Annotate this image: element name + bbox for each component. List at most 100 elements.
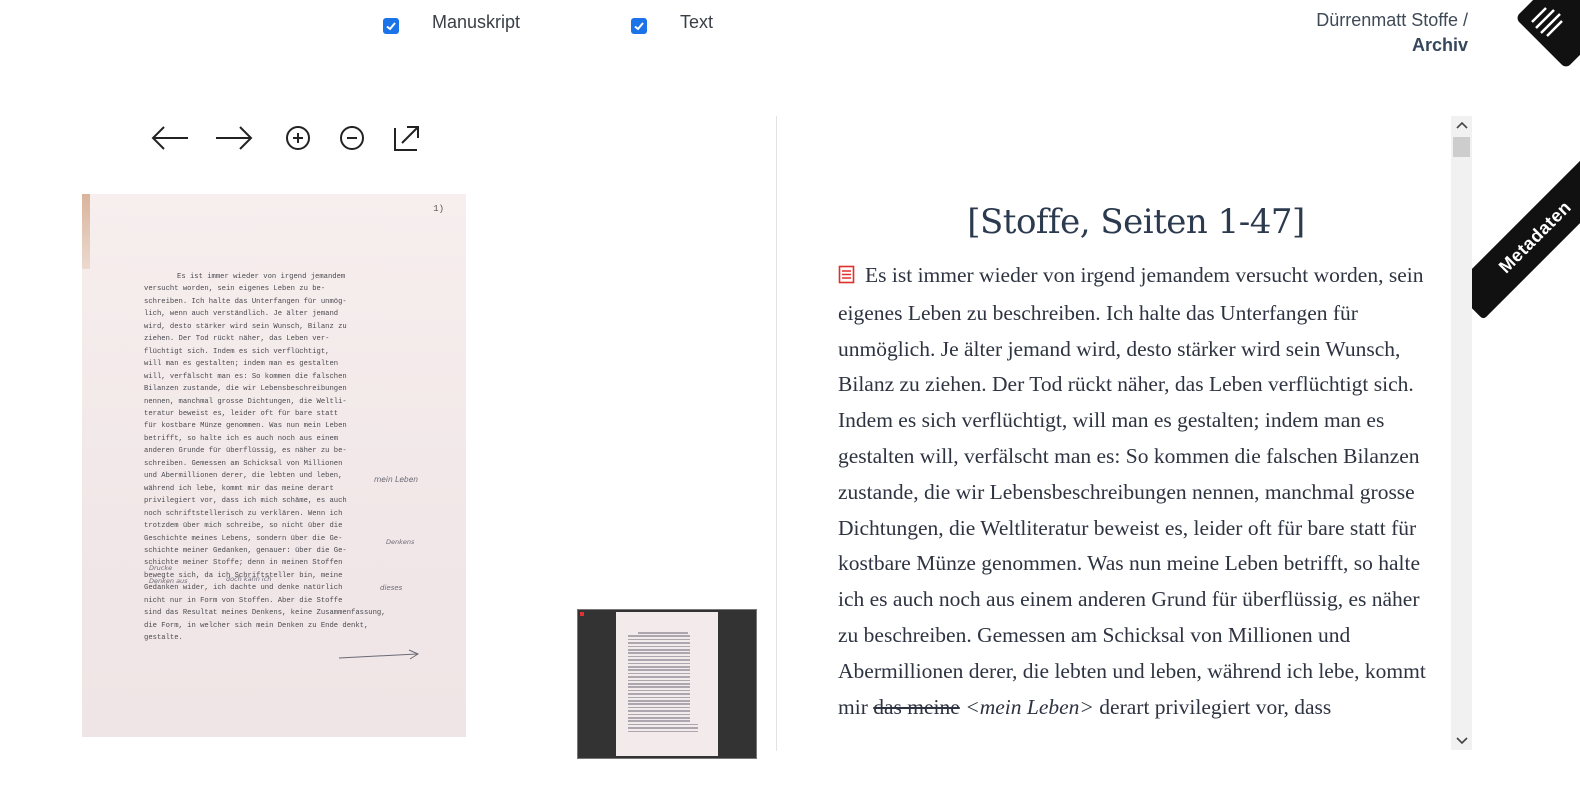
- breadcrumb-parent[interactable]: Dürrenmatt Stoffe /: [1316, 8, 1468, 33]
- thumbnail-line: [628, 717, 690, 719]
- thumbnail-line: [628, 713, 690, 716]
- manuscript-line: während ich lebe, kommt mir das meine de…: [144, 484, 334, 493]
- manuscript-annotation: dieses: [380, 584, 403, 592]
- text-checkbox[interactable]: [631, 18, 647, 34]
- document-title: [Stoffe, Seiten 1-47]: [967, 202, 1305, 242]
- thumbnail-line: [628, 659, 690, 661]
- zoom-out-icon[interactable]: [338, 120, 366, 156]
- scrollbar-thumb[interactable]: [1453, 137, 1470, 157]
- breadcrumb: Dürrenmatt Stoffe / Archiv: [1316, 8, 1468, 58]
- manuscript-line: für kostbare Münze genommen. Was nun mei…: [144, 422, 347, 431]
- arrow-right-icon[interactable]: [214, 120, 254, 156]
- deleted-text: das meine: [873, 694, 960, 719]
- thumbnail-line: [628, 638, 690, 641]
- manuscript-line: trotzdem über mich schreibe, so nicht üb…: [144, 522, 343, 531]
- manuscript-annotation: mein Leben: [374, 475, 419, 484]
- thumbnail-line: [628, 696, 690, 699]
- metadata-label: Metadaten: [1494, 196, 1575, 277]
- manuscript-line: flüchtigt sich. Indem es sich verflüchti…: [144, 347, 330, 356]
- hamburger-menu-icon[interactable]: [1522, 0, 1566, 44]
- manuscript-line: Geschichte meines Lebens, sondern über d…: [144, 534, 343, 543]
- manuscript-line: die Form, in welcher sich mein Denken zu…: [144, 621, 369, 630]
- transcription-pane: [Stoffe, Seiten 1-47] Es ist immer wiede…: [838, 198, 1434, 750]
- thumbnail-page[interactable]: [616, 612, 718, 756]
- chevron-down-icon[interactable]: [1451, 732, 1472, 750]
- chevron-up-icon[interactable]: [1451, 116, 1472, 134]
- manuscript-line: sind das Resultat meines Denkens, keine …: [144, 609, 384, 618]
- arrow-left-icon[interactable]: [150, 120, 190, 156]
- thumbnail-line: [628, 672, 690, 675]
- checkmark-icon: [634, 22, 644, 31]
- text-scrollbar[interactable]: [1451, 116, 1472, 750]
- manuscript-text: Es ist immer wieder von irgend jemandem v…: [144, 271, 384, 645]
- pane-divider[interactable]: [776, 116, 777, 751]
- thumbnail-line: [628, 700, 690, 702]
- transcription-paragraph-continued: derart privilegiert vor, dass: [1093, 694, 1332, 719]
- manuscript-annotation: Denkens: [386, 538, 415, 546]
- manuscript-line: Es ist immer wieder von irgend jemandem: [177, 273, 346, 281]
- manuscript-checkbox[interactable]: [383, 18, 399, 34]
- zoom-in-icon[interactable]: [284, 120, 312, 156]
- manuscript-line: lich, wenn auch verständlich. Je älter j…: [144, 310, 339, 319]
- thumbnail-line: [628, 683, 690, 685]
- transcription-text: Es ist immer wieder von irgend jemandem …: [838, 258, 1434, 725]
- thumbnail-line: [638, 632, 688, 634]
- manuscript-line: noch schriftstellerisch zu verklären. We…: [144, 509, 343, 518]
- manuscript-line: und Abermillionen derer, die lebten und …: [144, 472, 343, 481]
- handwritten-arrow-icon: [338, 649, 420, 660]
- manuscript-line: schichte meiner Gedanken, genauer: über …: [144, 546, 347, 555]
- manuscript-line: anderen Grunde für überflüssig, es näher…: [144, 447, 347, 456]
- manuscript-line: wird, desto stärker wird sein Wunsch, Bi…: [144, 322, 347, 331]
- manuscript-line: betrifft, so halte ich es auch noch aus …: [144, 434, 339, 443]
- thumbnail-line: [628, 686, 690, 688]
- thumbnail-line: [628, 655, 690, 658]
- manuscript-line: nicht nur in Form von Stoffen. Aber die …: [144, 596, 343, 605]
- transcription-paragraph: Es ist immer wieder von irgend jemandem …: [838, 263, 1426, 719]
- thumbnail-line: [628, 723, 698, 726]
- thumbnail-line: [628, 635, 690, 637]
- thumbnail-line: [628, 666, 690, 668]
- thumbnail-line: [628, 727, 698, 729]
- manuscript-line: will, verfälscht man es: So kommen die f…: [144, 372, 347, 381]
- manuscript-line: privilegiert vor, dass ich mich schäme, …: [144, 497, 347, 506]
- thumbnail-line: [628, 703, 690, 705]
- thumbnail-line: [628, 730, 698, 733]
- manuscript-line: versucht worden, sein eigenes Leben zu b…: [144, 285, 326, 294]
- manuscript-toggle[interactable]: Manuskript: [383, 10, 520, 34]
- thumbnail-line: [628, 679, 690, 682]
- text-toggle[interactable]: Text: [631, 10, 713, 34]
- external-link-icon[interactable]: [392, 120, 422, 156]
- thumbnail-line: [628, 693, 690, 695]
- manuscript-page-number: 1): [433, 204, 444, 214]
- manuscript-line: schreiben. Gemessen am Schicksal von Mil…: [144, 459, 343, 468]
- manuscript-annotation: Drucke: [149, 564, 173, 572]
- thumbnail-line: [628, 649, 690, 651]
- viewport-marker: [580, 612, 584, 616]
- thumbnail-line: [628, 710, 690, 712]
- thumbnail-line: [628, 642, 690, 644]
- thumbnail-line: [628, 662, 690, 665]
- manuscript-image[interactable]: 1) Es ist immer wieder von irgend jemand…: [82, 194, 466, 737]
- manuscript-line: will man es gestalten; indem man es gest…: [144, 360, 339, 369]
- manuscript-line: Bilanzen zustande, die wir Lebensbeschre…: [144, 385, 347, 394]
- thumbnail-line: [628, 652, 690, 654]
- breadcrumb-current: Archiv: [1411, 35, 1468, 55]
- page-thumbnail-navigator[interactable]: [577, 609, 757, 759]
- manuscript-annotation: doch kann ich: [226, 575, 272, 583]
- document-icon[interactable]: [838, 260, 855, 296]
- manuscript-line: ziehen. Der Tod rückt näher, das Leben v…: [144, 335, 330, 344]
- text-label: Text: [680, 11, 714, 32]
- manuscript-line: schreiben. Ich halte das Unterfangen für…: [144, 297, 347, 306]
- viewer-toolbar: [150, 120, 422, 156]
- thumbnail-line: [628, 645, 690, 648]
- thumbnail-line: [628, 676, 690, 678]
- manuscript-line: nennen, manchmal grosse Dichtungen, die …: [144, 397, 347, 406]
- thumbnail-line: [628, 669, 690, 671]
- manuscript-line: schichte meiner Stoffe; denn in meinen S…: [144, 559, 343, 568]
- thumbnail-line: [628, 720, 690, 722]
- manuscript-line: teratur beweist es, leider oft für bare …: [144, 409, 339, 418]
- thumbnail-line: [628, 689, 690, 692]
- added-text: <mein Leben>: [965, 694, 1094, 719]
- manuscript-line: gestalte.: [144, 634, 183, 643]
- paper-stain: [82, 194, 90, 269]
